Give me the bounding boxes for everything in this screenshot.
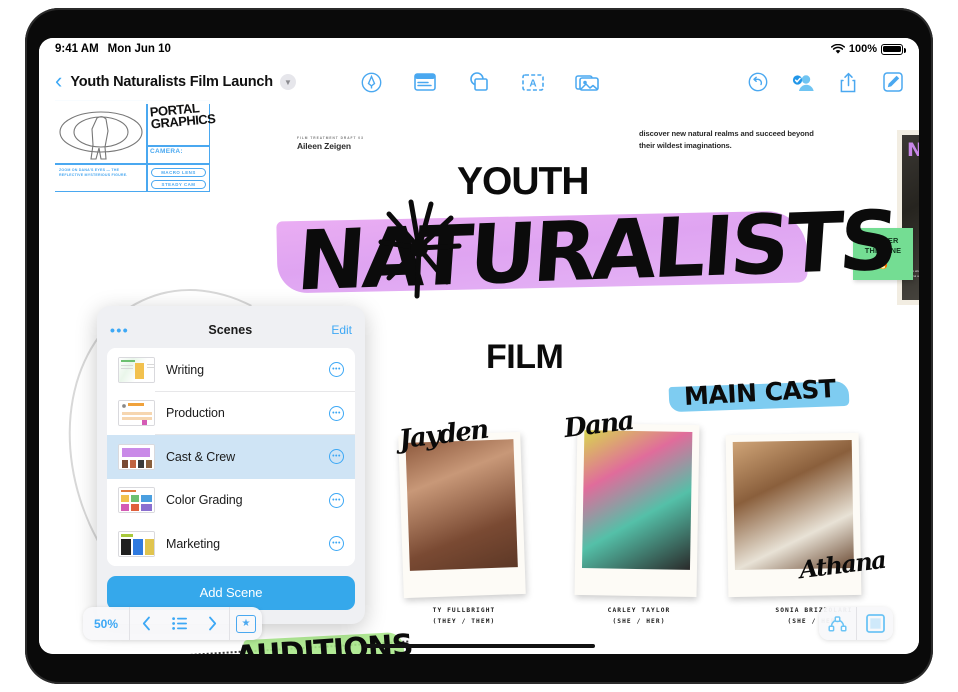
ipad-device: ZOOM ON DANA'S EYES — THE REFLECTIVE MYS…: [25, 8, 933, 684]
pen-tool-icon[interactable]: [359, 70, 383, 94]
media-icon[interactable]: [575, 70, 599, 94]
wireframe-note: ZOOM ON DANA'S EYES — THE REFLECTIVE MYS…: [59, 168, 128, 178]
scene-item-marketing[interactable]: Marketing •••: [107, 522, 355, 566]
author-meta: FILM TREATMENT DRAFT 03: [297, 136, 364, 140]
tool-group: A: [359, 70, 599, 94]
clock: 9:41 AM: [55, 43, 99, 55]
scene-item-writing[interactable]: Writing •••: [107, 348, 355, 392]
share-icon[interactable]: [836, 70, 860, 94]
camera-label: CAMERA:: [150, 148, 183, 155]
bottom-left-toolbar: 50% ★: [83, 607, 263, 640]
scene-thumbnail: [118, 400, 155, 427]
canvas-grid-icon: [865, 614, 885, 633]
collaborate-icon[interactable]: [791, 70, 815, 94]
scenes-panel-title: Scenes: [208, 323, 253, 337]
photo-image: [581, 430, 693, 570]
home-indicator[interactable]: [363, 644, 595, 648]
scene-more-button[interactable]: •••: [329, 362, 344, 378]
back-button[interactable]: ‹: [53, 68, 70, 96]
star-icon: ★: [236, 614, 257, 633]
navigation-bar: ‹ Youth Naturalists Film Launch ▼ A: [39, 60, 919, 104]
cast-photo-2[interactable]: [574, 422, 700, 598]
scene-item-cast-crew[interactable]: Cast & Crew •••: [107, 435, 355, 479]
star-button[interactable]: ★: [229, 607, 262, 640]
canvas-view-button[interactable]: [856, 607, 893, 640]
text-card-icon[interactable]: [413, 70, 437, 94]
author-credit: FILM TREATMENT DRAFT 03 Aileen Zeigen: [297, 136, 364, 151]
status-bar: 9:41 AM Mon Jun 10 100%: [39, 38, 919, 60]
undo-icon[interactable]: [746, 70, 770, 94]
shapes-icon[interactable]: [467, 70, 491, 94]
photo-image: [405, 439, 518, 571]
scenes-panel-header: ••• Scenes Edit: [107, 316, 355, 344]
scenes-list: Writing ••• Production ••• Cast & Crew •…: [107, 348, 355, 566]
battery-icon: [881, 43, 906, 55]
cast-name: CARLEY TAYLOR: [607, 607, 671, 614]
synopsis-text: discover new natural realms and succeed …: [639, 129, 814, 150]
cast-pronouns: (SHE / HER): [612, 617, 666, 625]
previous-scene-button[interactable]: [130, 607, 163, 640]
eye-sketch-icon: [59, 111, 143, 160]
steady-cam-pill[interactable]: STEADY CAM: [151, 180, 206, 189]
macro-lens-pill[interactable]: MACRO LENS: [151, 168, 206, 177]
scene-label: Production: [166, 406, 225, 421]
date: Mon Jun 10: [107, 43, 171, 55]
wifi-icon: [830, 43, 845, 54]
next-scene-button[interactable]: [196, 607, 229, 640]
edit-button[interactable]: Edit: [331, 323, 352, 337]
ipad-screen: ZOOM ON DANA'S EYES — THE REFLECTIVE MYS…: [39, 38, 919, 654]
bottom-right-toolbar: [819, 607, 893, 640]
scene-more-button[interactable]: •••: [329, 449, 344, 465]
status-right: 100%: [830, 43, 906, 55]
cast-pronouns: (THEY / THEM): [432, 617, 496, 625]
scene-label: Writing: [166, 362, 204, 377]
page-title: Youth Naturalists Film Launch: [70, 74, 273, 90]
compose-icon[interactable]: [881, 70, 905, 94]
scene-thumbnail: [118, 487, 155, 514]
scene-more-button[interactable]: •••: [329, 492, 344, 508]
scene-list-button[interactable]: [163, 607, 196, 640]
scene-thumbnail: [118, 530, 155, 557]
action-group: [746, 70, 905, 94]
scene-more-button[interactable]: •••: [329, 405, 344, 421]
scene-item-color-grading[interactable]: Color Grading •••: [107, 478, 355, 522]
svg-text:A: A: [529, 78, 536, 89]
title-film: FILM: [486, 338, 564, 376]
chevron-down-icon[interactable]: ▼: [279, 74, 296, 90]
cast-caption-1: TY FULLBRIGHT (THEY / THEM): [399, 606, 529, 627]
scenes-panel[interactable]: ••• Scenes Edit Writing ••• Production •…: [97, 306, 365, 624]
battery-percent: 100%: [848, 43, 877, 55]
panel-menu-icon[interactable]: •••: [110, 323, 129, 337]
scene-label: Marketing: [166, 536, 220, 551]
scene-item-production[interactable]: Production •••: [107, 391, 355, 435]
cast-name: TY FULLBRIGHT: [432, 607, 496, 614]
add-scene-button[interactable]: Add Scene: [107, 575, 355, 610]
node-graph-icon: [828, 615, 847, 631]
status-left: 9:41 AM Mon Jun 10: [55, 43, 171, 55]
scene-label: Color Grading: [166, 493, 243, 508]
portal-graphics-label: PORTAL GRAPHICS: [149, 100, 216, 132]
flower-doodle-icon: [378, 199, 462, 299]
text-box-icon[interactable]: A: [521, 70, 545, 94]
scene-label: Cast & Crew: [166, 449, 236, 464]
scene-more-button[interactable]: •••: [329, 536, 344, 552]
poster-title: NATU: [907, 139, 919, 161]
author-name: Aileen Zeigen: [297, 141, 351, 151]
cast-photo-1[interactable]: [398, 431, 526, 599]
storyboard-wireframe[interactable]: ZOOM ON DANA'S EYES — THE REFLECTIVE MYS…: [55, 100, 216, 192]
node-graph-button[interactable]: [819, 607, 856, 640]
cast-caption-2: CARLEY TAYLOR (SHE / HER): [574, 606, 704, 627]
scene-thumbnail: [118, 443, 155, 470]
zoom-level[interactable]: 50%: [83, 607, 131, 640]
scene-thumbnail: [118, 356, 155, 383]
title-youth: YOUTH: [457, 160, 589, 203]
